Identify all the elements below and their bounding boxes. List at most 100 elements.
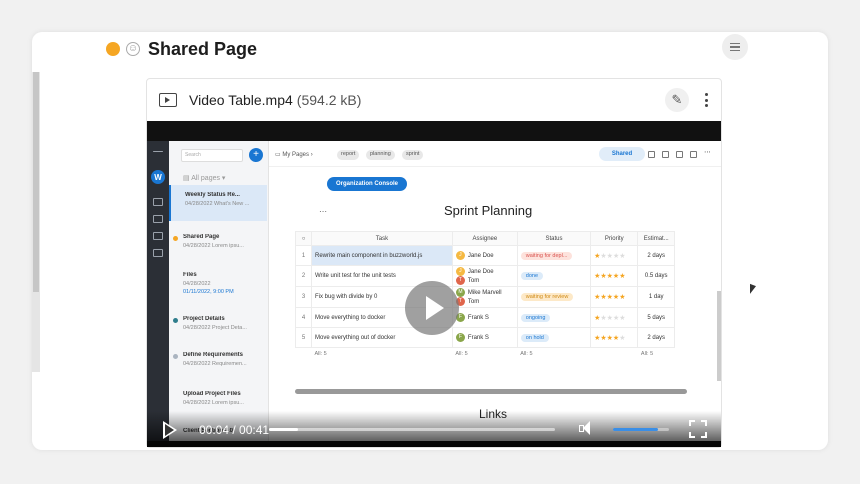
editor-scrollbar[interactable] [717, 291, 721, 381]
page-item-meta: 04/28/2022 What's New ... [185, 201, 250, 207]
footer-count[interactable]: All: 5 [312, 348, 453, 360]
table-scrollbar[interactable] [295, 389, 687, 394]
attach-icon[interactable] [648, 151, 655, 158]
column-header[interactable]: Estimat... [637, 231, 675, 246]
tag-sprint[interactable]: sprint [402, 150, 424, 160]
file-more-button[interactable] [699, 89, 713, 111]
assignee[interactable]: T Tom [455, 297, 514, 306]
status-dot[interactable] [106, 42, 120, 56]
table-row[interactable]: 5 Move everything out of docker F Frank Son… [295, 327, 675, 348]
seek-bar[interactable] [269, 428, 555, 431]
volume-slider[interactable] [613, 428, 669, 431]
page-item-reminder: 01/11/2022, 9:00 PM [183, 289, 234, 295]
sidebar-page-item[interactable]: Files 04/28/2022 01/11/2022, 9:00 PM [169, 265, 267, 301]
footer-count[interactable]: All: 5 [517, 348, 590, 360]
page-item-title: Define Requirements [183, 352, 244, 358]
tag-report[interactable]: report [337, 150, 360, 160]
tag-planning[interactable]: planning [366, 150, 395, 160]
assignee-cell[interactable]: F Frank S [451, 327, 518, 348]
footer-count[interactable]: All: 5 [452, 348, 517, 360]
table-row[interactable]: 2 Write unit test for the unit tests J Jane… [295, 265, 675, 287]
status-cell[interactable]: done [516, 265, 592, 287]
avatar: J [455, 251, 465, 260]
priority-cell[interactable]: ★★★★★ [590, 265, 639, 287]
avatar: M [455, 288, 465, 297]
estimate-cell[interactable]: 2 days [637, 327, 675, 348]
assignee[interactable]: T Tom [455, 276, 514, 285]
assignee[interactable]: F Frank S [455, 313, 514, 322]
expand-icon[interactable] [690, 151, 697, 158]
assignee-cell[interactable]: J Jane Doe T Tom [451, 265, 518, 287]
assignee-name: Frank S [467, 335, 489, 342]
assignee[interactable]: J Jane Doe [455, 251, 514, 260]
file-size: (594.2 kB) [296, 92, 362, 108]
volume-level [613, 428, 658, 431]
status-cell[interactable]: waiting for review [516, 286, 592, 308]
emoji-icon[interactable]: ☺ [126, 42, 140, 56]
estimate-cell[interactable]: 0.5 days [637, 265, 675, 287]
play-icon[interactable] [163, 421, 177, 439]
hamburger-menu-button[interactable] [722, 34, 748, 60]
assignee-name: Tom [467, 278, 480, 285]
estimate-cell[interactable]: 5 days [637, 307, 675, 328]
scrollbar[interactable] [32, 72, 40, 372]
scrollbar-thumb[interactable] [33, 72, 39, 292]
video-file-icon [159, 93, 177, 107]
status-cell[interactable]: on hold [516, 327, 592, 348]
priority-cell[interactable]: ★★★★★ [590, 307, 639, 328]
table-row[interactable]: 4 Move everything to docker F Frank Songoin… [295, 307, 675, 328]
all-pages-filter[interactable]: ▤ All pages ▾ [183, 174, 225, 182]
sidebar-search-input[interactable]: Search [181, 149, 243, 162]
sidebar-page-item[interactable]: Shared Page 04/28/2022 Lorem ipsu... [169, 227, 267, 263]
assignee-cell[interactable]: M Mike Marvell T Tom [451, 286, 518, 308]
assignee-cell[interactable]: J Jane Doe [451, 245, 518, 266]
column-header[interactable]: Priority [590, 231, 639, 246]
assignee-name: Mike Marvell [467, 290, 502, 297]
play-overlay-button[interactable] [405, 281, 459, 335]
estimate-cell[interactable]: 1 day [637, 286, 675, 308]
sidebar-page-item[interactable]: Weekly Status Re... 04/28/2022 What's New… [169, 185, 267, 221]
page-item-meta: 04/28/2022 Project Deta... [183, 325, 247, 331]
estimate-cell[interactable]: 2 days [637, 245, 675, 266]
status-cell[interactable]: waiting for depl... [516, 245, 592, 266]
priority-cell[interactable]: ★★★★★ [590, 245, 639, 266]
select-column[interactable]: ○ [295, 231, 312, 246]
block-handle-icon[interactable]: ⋯ [319, 207, 327, 216]
assignee[interactable]: J Jane Doe [455, 267, 514, 276]
page-status-dot [173, 318, 178, 323]
settings-icon[interactable] [662, 151, 669, 158]
page-item-title: Project Details [183, 316, 225, 322]
more-icon[interactable]: ⋯ [704, 148, 711, 156]
priority-cell[interactable]: ★★★★★ [590, 286, 639, 308]
fullscreen-icon[interactable] [689, 420, 707, 438]
bell-icon[interactable] [676, 151, 683, 158]
organization-console-button[interactable]: Organization Console [327, 177, 407, 191]
avatar: T [455, 276, 465, 285]
add-page-button[interactable]: + [249, 148, 263, 162]
assignee[interactable]: F Frank S [455, 333, 514, 342]
page-card: ☺ Shared Page Video Table.mp4 (594.2 kB)… [32, 32, 828, 450]
column-header[interactable]: Assignee [451, 231, 518, 246]
assignee-cell[interactable]: F Frank S [451, 307, 518, 328]
star-rating: ★★★★★ [594, 273, 626, 280]
page-header: ☺ Shared Page [106, 36, 257, 62]
table-row[interactable]: 1 Rewrite main component in buzzworld.js J… [295, 245, 675, 266]
edit-file-button[interactable]: ✎ [665, 88, 689, 112]
assignee[interactable]: M Mike Marvell [455, 288, 514, 297]
volume-icon[interactable] [579, 421, 597, 437]
row-number: 5 [295, 327, 312, 348]
column-header[interactable]: Task [311, 231, 453, 246]
table-row[interactable]: 3 Fix bug with divide by 0 M Mike Marvell T T… [295, 286, 675, 308]
assignee-name: Jane Doe [467, 253, 494, 260]
footer-count[interactable]: All: 5 [638, 348, 675, 360]
status-cell[interactable]: ongoing [516, 307, 592, 328]
shared-button[interactable]: Shared [599, 147, 645, 161]
video-player[interactable]: W Search + ▤ All pages ▾ Weekly Status R… [147, 121, 721, 447]
column-header[interactable]: Status [516, 231, 592, 246]
page-item-meta: 04/28/2022 Lorem ipsu... [183, 243, 244, 249]
sidebar-page-item[interactable]: Project Details 04/28/2022 Project Deta..… [169, 309, 267, 345]
sidebar-page-item[interactable]: Define Requirements 04/28/2022 Requiremen… [169, 345, 267, 381]
task-cell[interactable]: Rewrite main component in buzzworld.js [311, 245, 453, 266]
priority-cell[interactable]: ★★★★★ [590, 327, 639, 348]
breadcrumb[interactable]: ▭ My Pages › [275, 151, 313, 158]
